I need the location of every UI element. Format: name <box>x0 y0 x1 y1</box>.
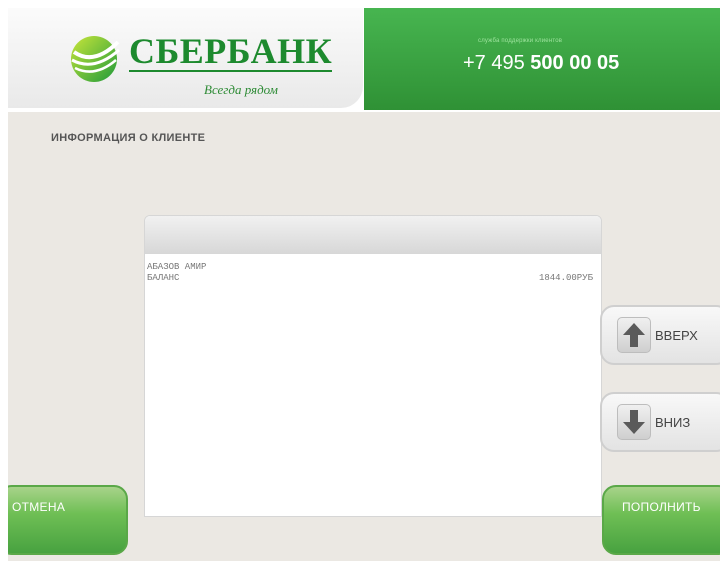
receipt-panel-header <box>145 216 601 254</box>
header: СБЕРБАНК Всегда рядом служба поддержки к… <box>8 8 720 112</box>
arrow-up-icon <box>617 317 651 353</box>
client-name: АБАЗОВ АМИР <box>147 262 207 272</box>
atm-screen: СБЕРБАНК Всегда рядом служба поддержки к… <box>8 8 720 561</box>
logo-area: СБЕРБАНК Всегда рядом <box>8 8 363 108</box>
brand-slogan: Всегда рядом <box>204 82 278 97</box>
scroll-up-button[interactable]: ВВЕРХ <box>600 305 720 365</box>
receipt-text: АБАЗОВ АМИР БАЛАНС 1844.00РУБ <box>147 262 593 284</box>
topup-button[interactable]: ПОПОЛНИТЬ <box>602 485 720 555</box>
arrow-down-icon <box>617 404 651 440</box>
receipt-row-balance: БАЛАНС 1844.00РУБ <box>147 273 593 284</box>
page-title: ИНФОРМАЦИЯ О КЛИЕНТЕ <box>51 132 206 144</box>
hotline-caption: служба поддержки клиентов <box>478 38 563 44</box>
cancel-button[interactable]: ОТМЕНА <box>8 485 128 555</box>
scroll-up-label: ВВЕРХ <box>655 328 698 343</box>
receipt-row-name: АБАЗОВ АМИР <box>147 262 593 273</box>
scroll-down-label: ВНИЗ <box>655 415 691 430</box>
sberbank-logo-icon <box>71 36 120 82</box>
balance-value: 1844.00РУБ <box>538 273 593 283</box>
phone-main: 500 00 05 <box>530 52 620 74</box>
receipt-panel: АБАЗОВ АМИР БАЛАНС 1844.00РУБ <box>144 215 602 517</box>
scroll-down-button[interactable]: ВНИЗ <box>600 392 720 452</box>
hotline-phone: +7 495 500 00 05 <box>463 52 619 75</box>
cancel-label: ОТМЕНА <box>12 500 66 514</box>
topup-label: ПОПОЛНИТЬ <box>622 500 701 514</box>
brand-name: СБЕРБАНК <box>129 31 333 72</box>
balance-label: БАЛАНС <box>147 273 180 283</box>
phone-prefix: +7 495 <box>463 52 531 74</box>
